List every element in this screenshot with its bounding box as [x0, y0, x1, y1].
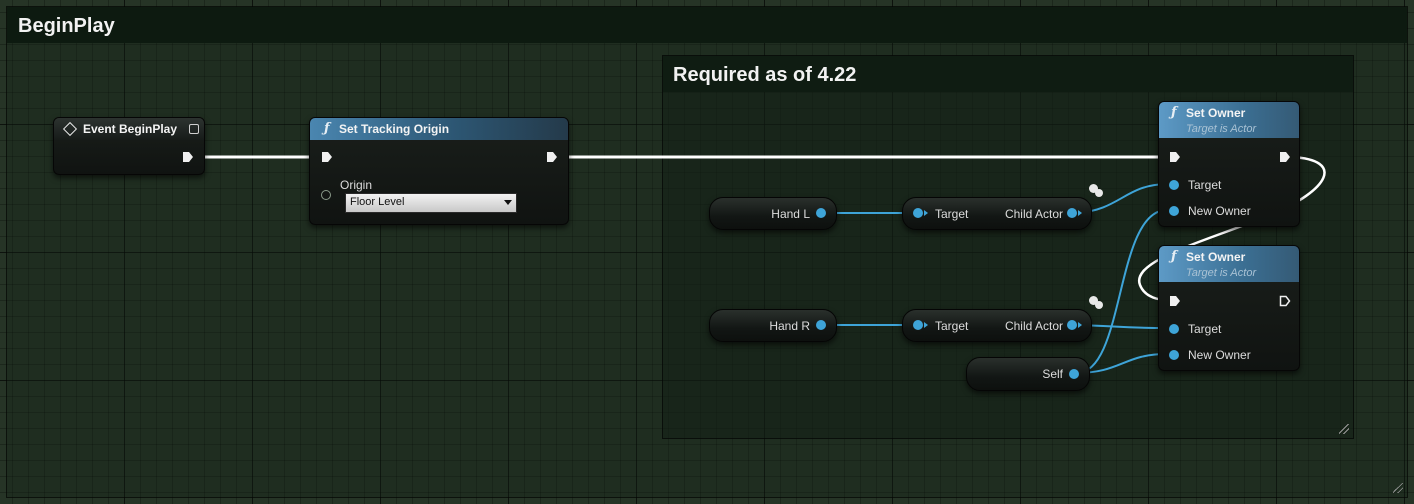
delegate-pin-icon[interactable] [189, 124, 199, 134]
node-title: Set Owner [1186, 250, 1246, 264]
target-label: Target [935, 207, 969, 221]
set-tracking-origin-node[interactable]: ƒ Set Tracking Origin Origin Floor Level [309, 117, 569, 225]
origin-dropdown-value: Floor Level [350, 196, 405, 208]
comment-title: BeginPlay [18, 15, 115, 37]
target-pin[interactable] [913, 320, 928, 330]
exec-in-pin[interactable] [1169, 151, 1181, 163]
node-title: Set Owner [1186, 106, 1246, 120]
output-pin[interactable] [816, 320, 826, 330]
node-subtitle: Target is Actor [1186, 123, 1257, 135]
origin-dropdown[interactable]: Floor Level [345, 193, 517, 213]
new-owner-pin[interactable] [1169, 206, 1179, 216]
comment-resize-grip[interactable] [1393, 483, 1405, 495]
event-begin-play-node[interactable]: Event BeginPlay [53, 117, 205, 175]
target-pin[interactable] [1169, 180, 1179, 190]
exec-in-pin[interactable] [321, 151, 333, 163]
target-pin[interactable] [913, 208, 928, 218]
output-pin[interactable] [1069, 369, 1079, 379]
new-owner-pin[interactable] [1169, 350, 1179, 360]
comment-title-bar[interactable]: Required as of 4.22 [663, 56, 1353, 92]
exec-out-pin-unconnected[interactable] [1279, 295, 1291, 307]
pure-function-icon [1089, 184, 1105, 198]
target-label: Target [1188, 322, 1222, 336]
comment-title-bar[interactable]: BeginPlay [7, 7, 1407, 43]
node-subtitle: Target is Actor [1186, 267, 1257, 279]
child-actor-output-pin[interactable] [1067, 320, 1082, 330]
function-icon: ƒ [1171, 249, 1177, 264]
node-title: Event BeginPlay [83, 122, 178, 136]
comment-title: Required as of 4.22 [673, 64, 857, 86]
origin-label: Origin [340, 178, 373, 192]
hand-r-variable-node[interactable]: Hand R [709, 309, 837, 342]
target-label: Target [935, 319, 969, 333]
chevron-down-icon [504, 200, 512, 205]
comment-resize-grip[interactable] [1339, 424, 1351, 436]
exec-in-pin[interactable] [1169, 295, 1181, 307]
output-pin[interactable] [816, 208, 826, 218]
variable-label: Hand L [771, 207, 810, 221]
function-icon: ƒ [324, 121, 330, 136]
child-actor-l-node[interactable]: Target Child Actor [902, 197, 1092, 230]
blueprint-graph[interactable]: BeginPlay Required as of 4.22 Event Begi… [0, 0, 1414, 504]
new-owner-label: New Owner [1188, 204, 1251, 218]
pure-function-icon [1089, 296, 1105, 310]
hand-l-variable-node[interactable]: Hand L [709, 197, 837, 230]
exec-out-pin[interactable] [546, 151, 558, 163]
variable-label: Hand R [769, 319, 810, 333]
child-actor-output-pin[interactable] [1067, 208, 1082, 218]
function-icon: ƒ [1171, 105, 1177, 120]
child-actor-label: Child Actor [1004, 319, 1063, 333]
self-label: Self [1042, 367, 1063, 381]
child-actor-label: Child Actor [1004, 207, 1063, 221]
new-owner-label: New Owner [1188, 348, 1251, 362]
target-pin[interactable] [1169, 324, 1179, 334]
node-title: Set Tracking Origin [339, 122, 450, 136]
set-owner-node-1[interactable]: ƒ Set Owner Target is Actor Target New O… [1158, 101, 1300, 227]
exec-out-pin[interactable] [182, 151, 194, 163]
set-owner-node-2[interactable]: ƒ Set Owner Target is Actor Target New O… [1158, 245, 1300, 371]
target-label: Target [1188, 178, 1222, 192]
child-actor-r-node[interactable]: Target Child Actor [902, 309, 1092, 342]
origin-pin[interactable] [321, 190, 331, 200]
exec-out-pin[interactable] [1279, 151, 1291, 163]
self-reference-node[interactable]: Self [966, 357, 1090, 391]
